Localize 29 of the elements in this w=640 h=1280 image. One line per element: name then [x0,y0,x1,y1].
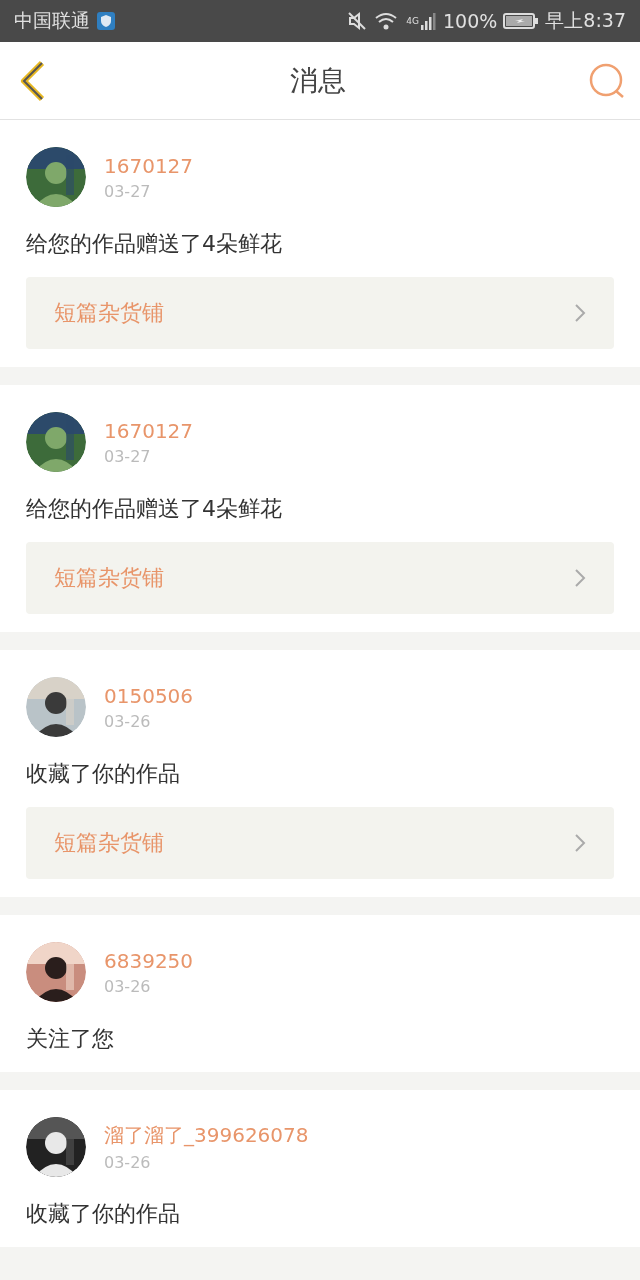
message-date: 03-27 [104,181,152,201]
signal-icon [421,11,437,31]
work-link[interactable]: 短篇杂货铺 [26,542,614,614]
network-label: 4G [406,16,419,26]
clock: 早上8:37 [545,8,626,33]
battery-percent: 100% [443,10,498,32]
work-link[interactable]: 短篇杂货铺 [26,277,614,349]
carrier-name: 中国联通 [14,8,90,33]
message-date: 03-26 [104,711,152,731]
message-text: 收藏了你的作品 [26,1200,181,1228]
chevron-icon [574,303,586,323]
message-date: 03-26 [104,976,152,996]
shield-icon [96,11,116,31]
message-text: 关注了您 [26,1025,115,1053]
user-name[interactable]: 1670127 [104,418,194,443]
message-date: 03-26 [104,1153,152,1172]
page-title: 消息 [290,62,346,99]
user-name[interactable]: 溜了溜了_399626078 [104,1122,309,1149]
message-text: 收藏了你的作品 [26,760,181,788]
user-name[interactable]: 1670127 [104,153,194,178]
message-text: 给您的作品赠送了4朵鲜花 [26,230,283,258]
chevron-icon [574,568,586,588]
work-link[interactable]: 短篇杂货铺 [26,807,614,879]
message-text: 给您的作品赠送了4朵鲜花 [26,495,283,523]
user-name[interactable]: 0150506 [104,683,194,708]
chevron-icon [574,833,586,853]
battery-icon [503,12,540,30]
message-date: 03-27 [104,446,152,466]
user-name[interactable]: 6839250 [104,948,194,973]
